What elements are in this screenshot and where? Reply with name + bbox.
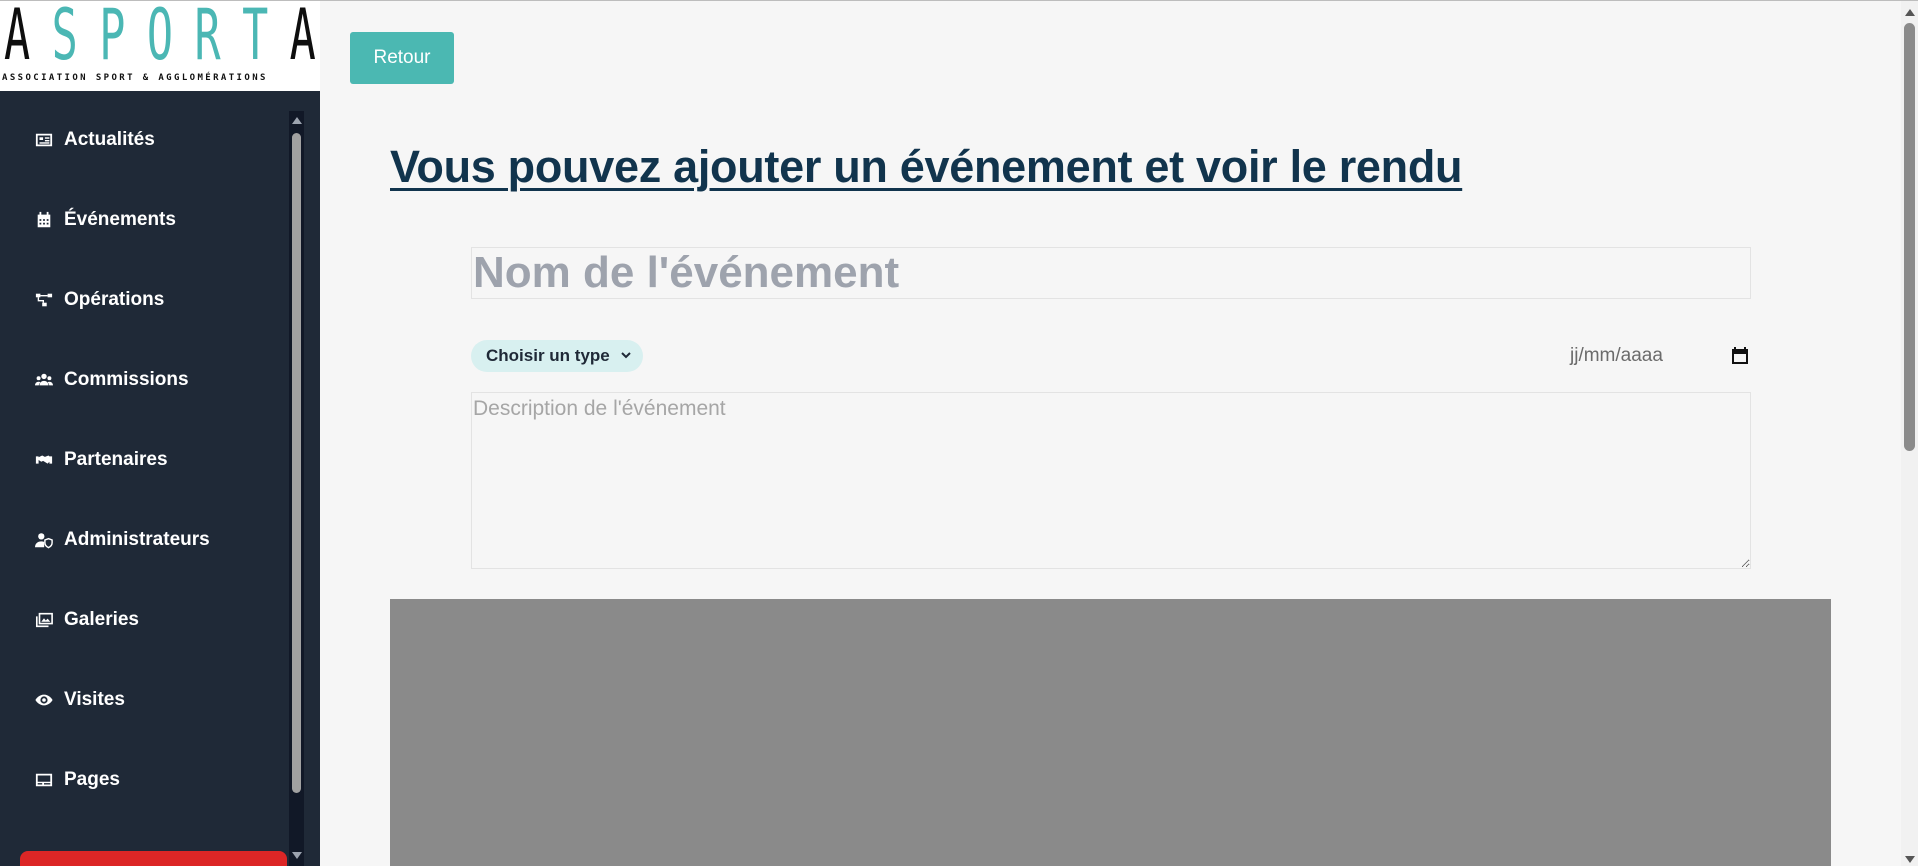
calendar-icon[interactable] xyxy=(1730,346,1750,366)
event-description-textarea[interactable] xyxy=(471,392,1751,569)
newspaper-icon xyxy=(34,130,54,150)
calendar-icon xyxy=(34,210,54,230)
sidebar-item-administrateurs[interactable]: Administrateurs xyxy=(34,520,210,560)
sidebar-item-operations[interactable]: Opérations xyxy=(34,280,164,320)
sidebar-scrollbar[interactable] xyxy=(289,111,304,866)
sidebar-item-galeries[interactable]: Galeries xyxy=(34,600,139,640)
sidebar-item-label: Partenaires xyxy=(64,449,168,470)
page-title: Vous pouvez ajouter un événement et voir… xyxy=(390,141,1463,192)
sitemap-icon xyxy=(34,290,54,310)
sidebar-item-commissions[interactable]: Commissions xyxy=(34,360,189,400)
sidebar-item-label: Visites xyxy=(64,689,125,710)
sidebar: A S P O R T A ASSOCIATION SPORT & AGGLOM… xyxy=(0,1,320,866)
sidebar-item-label: Administrateurs xyxy=(64,529,210,550)
event-type-value: Choisir un type xyxy=(486,346,610,365)
sidebar-item-partenaires[interactable]: Partenaires xyxy=(34,440,168,480)
images-icon xyxy=(34,610,54,630)
sidebar-item-label: Opérations xyxy=(64,289,165,310)
logout-button[interactable] xyxy=(20,851,287,866)
sidebar-item-label: Événements xyxy=(64,209,176,230)
scroll-down-arrow-icon[interactable] xyxy=(1905,856,1915,863)
event-type-select[interactable]: Choisir un type xyxy=(471,340,643,372)
scroll-down-arrow-icon[interactable] xyxy=(292,852,302,859)
page-card-icon xyxy=(34,770,54,790)
user-shield-icon xyxy=(34,530,54,550)
sidebar-item-label: Galeries xyxy=(64,609,139,630)
users-icon xyxy=(34,370,54,390)
sidebar-item-label: Pages xyxy=(64,769,120,790)
sidebar-item-label: Actualités xyxy=(64,129,155,150)
logo-wordmark: A S P O R T A xyxy=(4,1,316,76)
event-date-input[interactable]: jj/mm/aaaa xyxy=(1570,340,1750,372)
date-placeholder: jj/mm/aaaa xyxy=(1570,345,1663,366)
sidebar-item-pages[interactable]: Pages xyxy=(34,760,120,800)
scroll-up-arrow-icon[interactable] xyxy=(292,117,302,124)
sidebar-item-evenements[interactable]: Événements xyxy=(34,200,176,240)
handshake-icon xyxy=(34,450,54,470)
sidebar-item-visites[interactable]: Visites xyxy=(34,680,125,720)
chevron-down-icon xyxy=(621,352,631,359)
event-name-input[interactable] xyxy=(471,247,1751,299)
page-scrollbar[interactable] xyxy=(1901,1,1918,866)
sidebar-scroll-thumb[interactable] xyxy=(292,133,301,793)
sidebar-item-label: Commissions xyxy=(64,369,189,390)
logo-tagline: ASSOCIATION SPORT & AGGLOMÉRATIONS xyxy=(2,73,268,83)
page-scroll-thumb[interactable] xyxy=(1904,23,1915,451)
sidebar-item-actualites[interactable]: Actualités xyxy=(34,120,155,160)
asporta-logo[interactable]: A S P O R T A ASSOCIATION SPORT & AGGLOM… xyxy=(0,1,320,91)
scroll-up-arrow-icon[interactable] xyxy=(1905,9,1915,16)
event-preview xyxy=(390,599,1831,866)
eye-icon xyxy=(34,690,54,710)
back-button[interactable]: Retour xyxy=(350,32,454,84)
